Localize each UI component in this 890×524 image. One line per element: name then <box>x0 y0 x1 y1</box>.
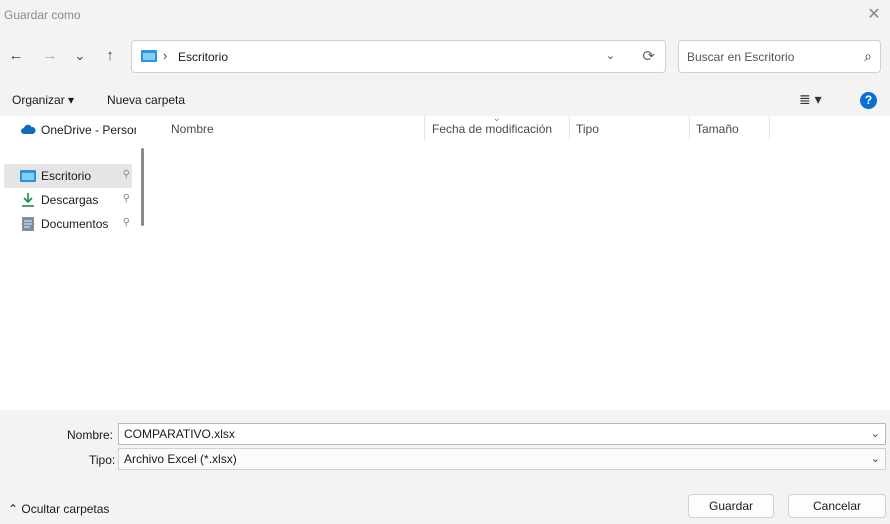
command-bar: Organizar ▾ Nueva carpeta ≣ ▾ ? <box>0 86 890 116</box>
sidebar-item-documentos[interactable]: Documentos ⚲ <box>4 212 132 236</box>
filetype-label: Tipo: <box>89 453 116 467</box>
sidebar-item-onedrive[interactable]: OneDrive - Person <box>4 118 136 142</box>
column-divider[interactable] <box>769 116 770 140</box>
breadcrumb-escritorio[interactable]: Escritorio <box>178 50 228 64</box>
new-folder-button[interactable]: Nueva carpeta <box>107 93 185 107</box>
search-box[interactable]: Buscar en Escritorio ⌕ <box>678 40 881 73</box>
title-bar: Guardar como ✕ <box>0 0 890 30</box>
column-divider[interactable] <box>569 116 570 140</box>
help-icon[interactable]: ? <box>860 92 877 109</box>
refresh-icon[interactable]: ⟳ <box>642 47 655 65</box>
recent-locations-chevron-icon[interactable]: ⌄ <box>68 44 92 68</box>
documents-icon <box>22 217 34 231</box>
window-title: Guardar como <box>4 8 81 22</box>
filename-label: Nombre: <box>67 428 114 442</box>
column-header-type[interactable]: Tipo <box>576 122 599 136</box>
download-icon <box>22 193 34 207</box>
column-header-name[interactable]: Nombre <box>171 122 214 136</box>
filename-field[interactable]: COMPARATIVO.xlsx ⌄ <box>118 423 886 445</box>
organize-menu-button[interactable]: Organizar ▾ <box>12 93 74 107</box>
filename-value[interactable]: COMPARATIVO.xlsx <box>124 427 235 441</box>
filetype-value[interactable]: Archivo Excel (*.xlsx) <box>124 452 237 466</box>
close-icon[interactable]: ✕ <box>864 5 884 25</box>
forward-arrow-icon[interactable]: → <box>38 44 62 68</box>
address-row: ← → ⌄ ↑ › Escritorio ⌄ ⟳ Buscar en Escri… <box>0 30 890 86</box>
back-arrow-icon[interactable]: ← <box>4 44 28 68</box>
nav-scrollbar[interactable] <box>141 148 144 226</box>
sidebar-item-descargas[interactable]: Descargas ⚲ <box>4 188 132 212</box>
cancel-button[interactable]: Cancelar <box>788 494 886 518</box>
sidebar-item-label: Descargas <box>41 193 99 207</box>
pin-icon: ⚲ <box>122 169 130 180</box>
column-header-modified[interactable]: Fecha de modificación <box>432 122 552 136</box>
hide-folders-toggle[interactable]: ⌃ Ocultar carpetas <box>8 502 109 516</box>
save-form: Nombre: COMPARATIVO.xlsx ⌄ Tipo: Archivo… <box>0 410 890 524</box>
search-icon[interactable]: ⌕ <box>864 48 872 65</box>
file-list[interactable]: ⌄ Nombre Fecha de modificación Tipo Tama… <box>150 113 890 410</box>
sidebar-item-label: Documentos <box>41 217 109 231</box>
cloud-icon <box>21 124 36 134</box>
desktop-folder-icon <box>141 50 157 62</box>
column-divider[interactable] <box>689 116 690 140</box>
sidebar-item-label: OneDrive - Person <box>41 123 136 137</box>
pin-icon: ⚲ <box>122 217 130 228</box>
view-options-icon[interactable]: ≣ ▾ <box>799 91 822 108</box>
column-divider[interactable] <box>424 116 425 140</box>
sidebar-item-label: Escritorio <box>41 169 92 183</box>
up-arrow-icon[interactable]: ↑ <box>98 44 122 68</box>
sidebar-item-escritorio[interactable]: Escritorio ⚲ <box>4 164 132 188</box>
chevron-down-icon[interactable]: ⌄ <box>871 452 880 465</box>
filetype-select[interactable]: Archivo Excel (*.xlsx) ⌄ <box>118 448 886 470</box>
search-input[interactable]: Buscar en Escritorio <box>687 50 794 64</box>
pin-icon: ⚲ <box>122 193 130 204</box>
address-bar[interactable]: › Escritorio ⌄ ⟳ <box>131 40 666 73</box>
chevron-down-icon[interactable]: ⌄ <box>606 49 615 62</box>
breadcrumb-separator: › <box>163 48 168 63</box>
chevron-down-icon[interactable]: ⌄ <box>871 427 880 440</box>
column-header-size[interactable]: Tamaño <box>696 122 739 136</box>
navigation-pane: OneDrive - Person Escritorio ⚲ Descargas… <box>0 116 150 410</box>
desktop-folder-icon <box>20 170 36 182</box>
save-button[interactable]: Guardar <box>688 494 774 518</box>
